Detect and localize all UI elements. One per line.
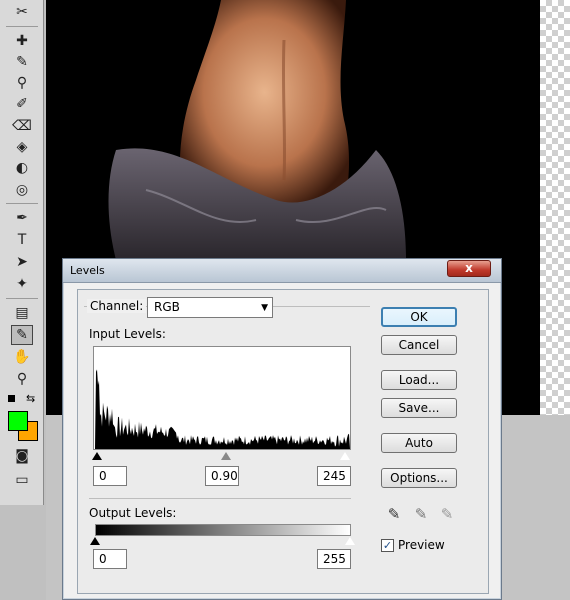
save-button[interactable]: Save...	[381, 398, 457, 418]
zoom-tool-icon[interactable]: ⚲	[11, 369, 33, 389]
input-black-field[interactable]: 0	[93, 466, 127, 486]
healing-brush-icon[interactable]: ✚	[11, 31, 33, 51]
output-white-slider[interactable]	[344, 536, 356, 546]
pen-tool-icon[interactable]: ✒	[11, 208, 33, 228]
blur-tool-icon[interactable]: ◐	[11, 158, 33, 178]
dodge-tool-icon[interactable]: ◎	[11, 180, 33, 200]
output-black-field[interactable]: 0	[93, 549, 127, 569]
eraser-tool-icon[interactable]: ⌫	[11, 116, 33, 136]
levels-dialog: Levels x Channel: RGB ▼ Input Levels: 0 …	[62, 258, 502, 600]
section-divider	[89, 498, 351, 499]
toolbox: ✂ ✚ ✎ ⚲ ✐ ⌫ ◈ ◐ ◎ ✒ T ➤ ✦ ▤ ✎ ✋ ⚲ ⇆ ◙ ▭	[0, 0, 44, 505]
hand-tool-icon[interactable]: ✋	[11, 347, 33, 367]
black-eyedropper-icon[interactable]: ✎	[385, 505, 403, 523]
swap-colors-icon[interactable]: ⇆	[26, 392, 35, 405]
gray-eyedropper-icon[interactable]: ✎	[412, 505, 430, 523]
channel-select[interactable]: RGB ▼	[147, 297, 273, 318]
notes-tool-icon[interactable]: ▤	[11, 303, 33, 323]
channel-value: RGB	[154, 300, 180, 314]
options-button[interactable]: Options...	[381, 468, 457, 488]
input-gamma-slider[interactable]	[221, 452, 231, 460]
input-white-field[interactable]: 245	[317, 466, 351, 486]
auto-button[interactable]: Auto	[381, 433, 457, 453]
paint-bucket-icon[interactable]: ◈	[11, 137, 33, 157]
input-levels-label: Input Levels:	[89, 327, 166, 341]
toolbox-divider	[6, 203, 38, 204]
preview-checkbox[interactable]: ✓	[381, 539, 394, 552]
clone-stamp-icon[interactable]: ⚲	[11, 73, 33, 93]
default-colors-icon[interactable]	[8, 395, 15, 402]
white-eyedropper-icon[interactable]: ✎	[438, 505, 456, 523]
output-levels-label: Output Levels:	[89, 506, 177, 520]
eyedropper-tool-icon[interactable]: ✎	[11, 325, 33, 345]
screen-mode-icon[interactable]: ▭	[11, 470, 33, 490]
toolbox-divider	[6, 298, 38, 299]
type-tool-icon[interactable]: T	[11, 230, 33, 250]
load-button[interactable]: Load...	[381, 370, 457, 390]
preview-label[interactable]: Preview	[398, 538, 445, 552]
dialog-titlebar[interactable]: Levels x	[63, 259, 501, 283]
custom-shape-icon[interactable]: ✦	[11, 274, 33, 294]
input-white-slider[interactable]	[339, 451, 351, 461]
histogram-graph	[94, 369, 350, 449]
cancel-button[interactable]: Cancel	[381, 335, 457, 355]
output-gradient-bar	[95, 524, 351, 536]
channel-label: Channel:	[87, 299, 147, 313]
history-brush-icon[interactable]: ✐	[11, 94, 33, 114]
close-button[interactable]: x	[447, 260, 491, 277]
path-selection-icon[interactable]: ➤	[11, 252, 33, 272]
chevron-down-icon: ▼	[261, 303, 268, 313]
toolbox-divider	[6, 26, 38, 27]
histogram	[93, 346, 351, 450]
foreground-color-swatch[interactable]	[8, 411, 28, 431]
dialog-title: Levels	[70, 264, 105, 277]
slice-tool-icon[interactable]: ✂	[11, 2, 33, 22]
transparency-checkerboard	[540, 0, 570, 415]
output-white-field[interactable]: 255	[317, 549, 351, 569]
quick-mask-icon[interactable]: ◙	[11, 446, 33, 466]
ok-button[interactable]: OK	[381, 307, 457, 327]
brush-tool-icon[interactable]: ✎	[11, 52, 33, 72]
input-gamma-field[interactable]: 0.90	[205, 466, 239, 486]
output-black-slider[interactable]	[90, 537, 100, 545]
input-black-slider[interactable]	[92, 452, 102, 460]
